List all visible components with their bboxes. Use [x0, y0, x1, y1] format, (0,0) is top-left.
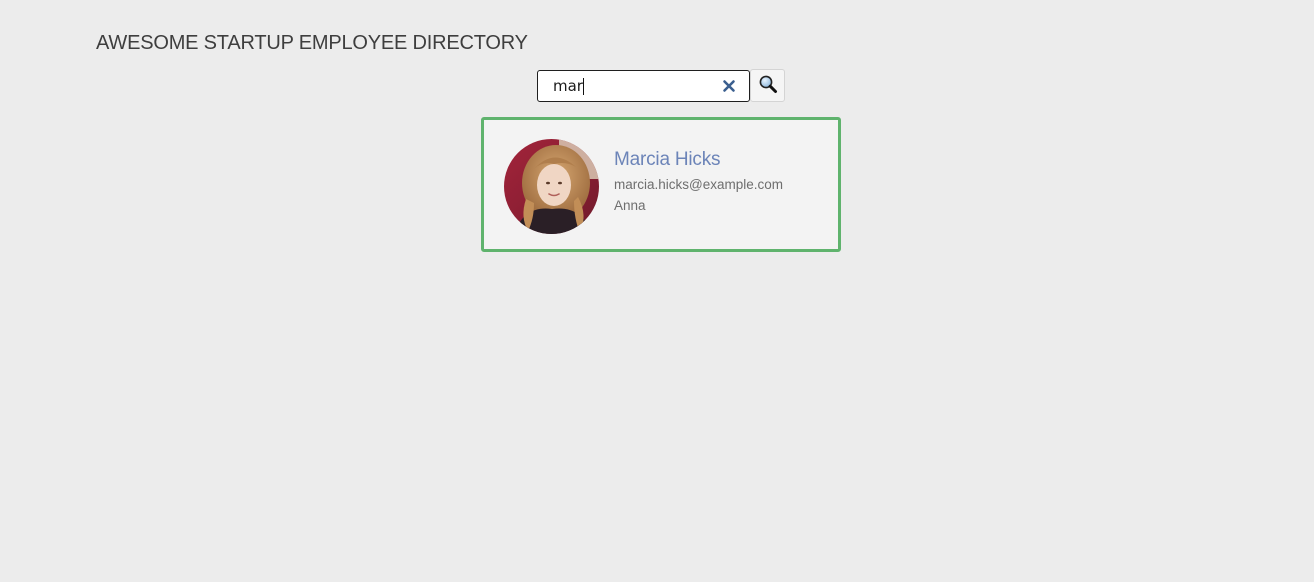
search-box	[537, 69, 750, 102]
employee-city: Anna	[614, 198, 646, 213]
employee-info: Marcia Hicks marcia.hicks@example.com An…	[614, 149, 783, 213]
search-button[interactable]	[750, 69, 785, 102]
employee-email: marcia.hicks@example.com	[614, 177, 784, 192]
employee-card[interactable]: Marcia Hicks marcia.hicks@example.com An…	[481, 117, 841, 252]
avatar	[504, 139, 599, 234]
page-title: AWESOME STARTUP EMPLOYEE DIRECTORY	[96, 32, 528, 54]
search-input[interactable]	[538, 70, 713, 101]
employee-name: Marcia Hicks	[614, 149, 721, 170]
magnifier-icon	[758, 74, 778, 97]
text-caret	[583, 77, 584, 95]
close-icon[interactable]	[721, 78, 737, 94]
search-form	[537, 69, 785, 102]
